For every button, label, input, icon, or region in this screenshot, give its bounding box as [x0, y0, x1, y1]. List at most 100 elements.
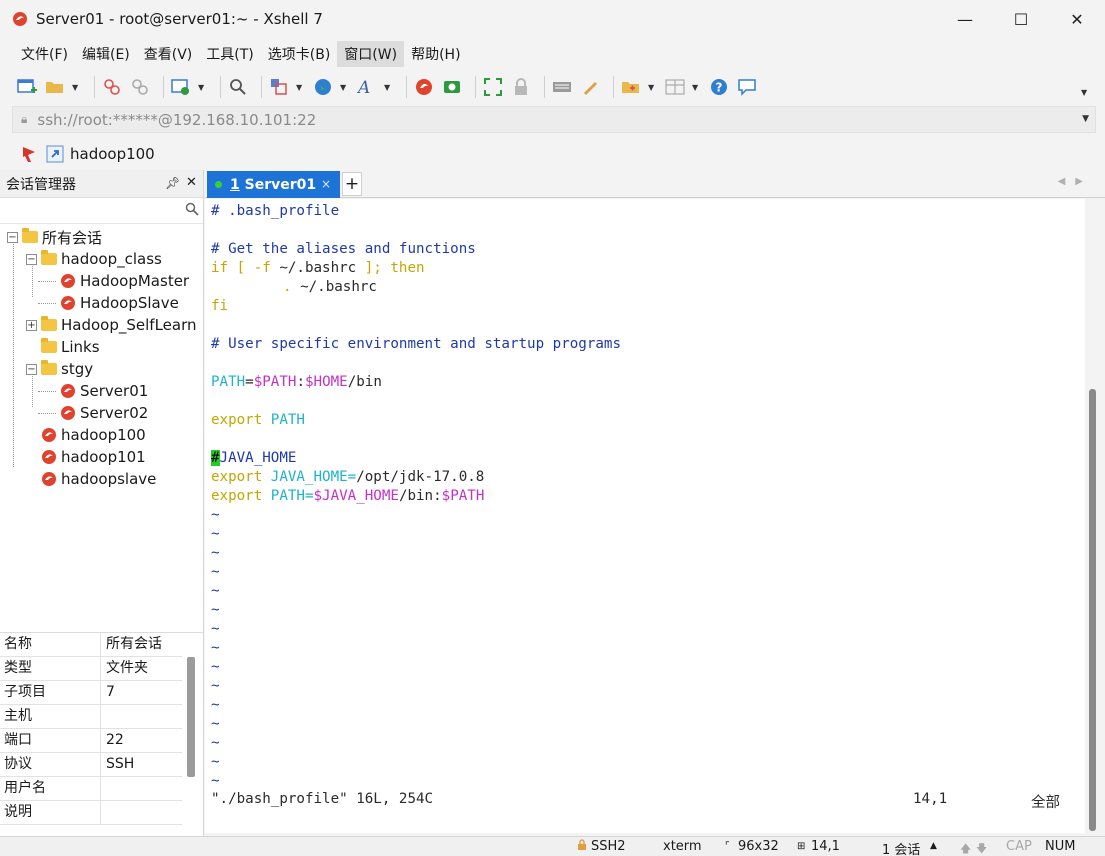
menu-window[interactable]: 窗口(W) — [337, 41, 405, 67]
globe-dropdown-icon[interactable]: ▼ — [340, 83, 348, 92]
find-icon[interactable] — [227, 76, 249, 98]
menu-file[interactable]: 文件(F) — [14, 41, 75, 67]
search-icon[interactable] — [185, 202, 199, 220]
bookmark-flag-icon[interactable] — [20, 145, 38, 163]
vim-status-file: "./bash_profile" 16L, 254C — [211, 791, 434, 807]
download-arrow-icon: 🡇 — [976, 842, 988, 855]
terminal-scrollbar[interactable] — [1086, 199, 1105, 833]
menu-tabs[interactable]: 选项卡(B) — [261, 41, 338, 67]
terminal-line: if [ -f ~/.bashrc ]; then — [211, 259, 425, 278]
address-lock-icon: 🔒︎ — [21, 112, 28, 126]
toolbar-separator — [163, 76, 164, 98]
empty-line-marker: ~ — [211, 716, 220, 732]
pin-icon[interactable]: 📌︎ — [165, 176, 180, 190]
tree-item-hadoopslave[interactable]: HadoopSlave — [60, 292, 179, 314]
properties-scrollbar[interactable] — [187, 657, 195, 777]
reconnect-icon[interactable] — [129, 76, 151, 98]
menu-help[interactable]: 帮助(H) — [404, 41, 467, 67]
disconnect-icon[interactable] — [101, 76, 123, 98]
tab-group-dropdown-icon[interactable]: ▼ — [648, 83, 656, 92]
property-row: 说明 — [0, 801, 182, 825]
tree-item-hadoop-class[interactable]: − hadoop_class — [26, 248, 162, 270]
session-search-input[interactable] — [0, 198, 180, 222]
tree-item-server02[interactable]: Server02 — [60, 402, 148, 424]
code-token: export — [211, 488, 263, 504]
collapse-icon[interactable]: − — [7, 231, 18, 243]
open-folder-icon[interactable] — [44, 76, 66, 98]
menu-view[interactable]: 查看(V) — [137, 41, 200, 67]
chat-icon[interactable] — [736, 76, 758, 98]
status-cursor-position: 14,1 — [811, 839, 840, 854]
address-dropdown-icon[interactable]: ▼ — [1082, 114, 1089, 124]
tab-server01[interactable]: 1 Server01 × — [207, 171, 340, 198]
lock-icon[interactable] — [510, 76, 532, 98]
code-token: PATH — [262, 488, 305, 504]
expand-icon[interactable]: + — [26, 319, 37, 331]
tree-item-label: Server01 — [80, 382, 149, 400]
xftp-green-icon[interactable] — [441, 76, 463, 98]
xftp-icon[interactable] — [413, 76, 435, 98]
close-window-button[interactable]: ✕ — [1049, 0, 1105, 38]
tree-item-hadoop100[interactable]: hadoop100 — [41, 424, 146, 446]
keyboard-icon[interactable] — [551, 76, 573, 98]
layout-dropdown-icon[interactable]: ▼ — [296, 83, 304, 92]
tile-windows-icon[interactable] — [664, 76, 686, 98]
property-row: 类型 文件夹 — [0, 657, 182, 681]
font-icon[interactable]: A — [356, 76, 378, 98]
tile-dropdown-icon[interactable]: ▼ — [692, 83, 700, 92]
menu-tools[interactable]: 工具(T) — [199, 41, 260, 67]
code-token: $JAVA_HOME — [313, 488, 399, 504]
toolbar-separator — [406, 76, 407, 98]
toolbar-overflow-icon[interactable]: ▼ — [1081, 88, 1089, 97]
tree-guide — [13, 237, 14, 467]
code-token: export — [211, 412, 263, 428]
session-up-icon[interactable]: ▲ — [930, 841, 937, 851]
empty-line-marker: ~ — [211, 735, 220, 751]
help-icon[interactable]: ? — [708, 76, 730, 98]
tree-item-all-sessions[interactable]: − 所有会话 — [7, 226, 102, 248]
code-token: $HOME — [304, 374, 348, 390]
tree-item-links[interactable]: Links — [41, 336, 100, 358]
shortcut-link-icon[interactable] — [46, 145, 64, 163]
tree-item-server01[interactable]: Server01 — [60, 380, 148, 402]
tab-close-icon[interactable]: × — [321, 177, 331, 191]
session-icon — [60, 295, 76, 311]
tree-item-hadoop-selflearn[interactable]: + Hadoop_SelfLearn — [26, 314, 197, 336]
highlight-icon[interactable] — [579, 76, 601, 98]
new-tab-group-icon[interactable] — [620, 76, 642, 98]
tree-item-label: stgy — [61, 360, 94, 378]
font-dropdown-icon[interactable]: ▼ — [384, 83, 392, 92]
new-session-icon[interactable] — [16, 76, 38, 98]
tree-item-label: 所有会话 — [42, 228, 103, 247]
code-token: ]; then — [356, 260, 425, 276]
tree-item-stgy[interactable]: − stgy — [26, 358, 93, 380]
session-icon — [41, 471, 57, 487]
code-token: PATH — [262, 412, 305, 428]
terminal-view[interactable]: # .bash_profile # Get the aliases and fu… — [205, 199, 1085, 833]
property-key: 端口 — [0, 729, 101, 752]
tree-item-hadoopmaster[interactable]: HadoopMaster — [60, 270, 189, 292]
session-manager-panel: 会话管理器 📌︎ ✕ − 所有会话 − hadoop_class HadoopM… — [0, 170, 204, 836]
collapse-icon[interactable]: − — [26, 253, 37, 265]
add-tab-button[interactable]: + — [342, 172, 362, 196]
globe-icon[interactable] — [312, 76, 334, 98]
menu-edit[interactable]: 编辑(E) — [75, 41, 137, 67]
layout-icon[interactable] — [268, 76, 290, 98]
properties-dropdown-icon[interactable]: ▼ — [198, 83, 206, 92]
link-hadoop100[interactable]: hadoop100 — [70, 145, 155, 163]
scrollbar-thumb[interactable] — [1089, 389, 1096, 831]
tab-scroll-arrows[interactable]: ◀▶ — [1058, 176, 1093, 187]
tree-item-hadoop101[interactable]: hadoop101 — [41, 446, 146, 468]
properties-icon[interactable] — [170, 76, 192, 98]
fullscreen-icon[interactable] — [482, 76, 504, 98]
tree-item-hadoopslave-root[interactable]: hadoopslave — [41, 468, 156, 490]
address-value[interactable]: ssh://root:******@192.168.10.101:22 — [37, 111, 316, 129]
close-panel-icon[interactable]: ✕ — [186, 175, 197, 190]
connected-status-icon — [215, 181, 222, 188]
open-dropdown-icon[interactable]: ▼ — [72, 83, 80, 92]
session-icon — [41, 427, 57, 443]
minimize-button[interactable]: — — [937, 0, 993, 38]
address-bar[interactable]: 🔒︎ ssh://root:******@192.168.10.101:22 ▼ — [12, 106, 1096, 133]
collapse-icon[interactable]: − — [26, 363, 37, 375]
maximize-button[interactable]: ☐ — [993, 0, 1049, 38]
